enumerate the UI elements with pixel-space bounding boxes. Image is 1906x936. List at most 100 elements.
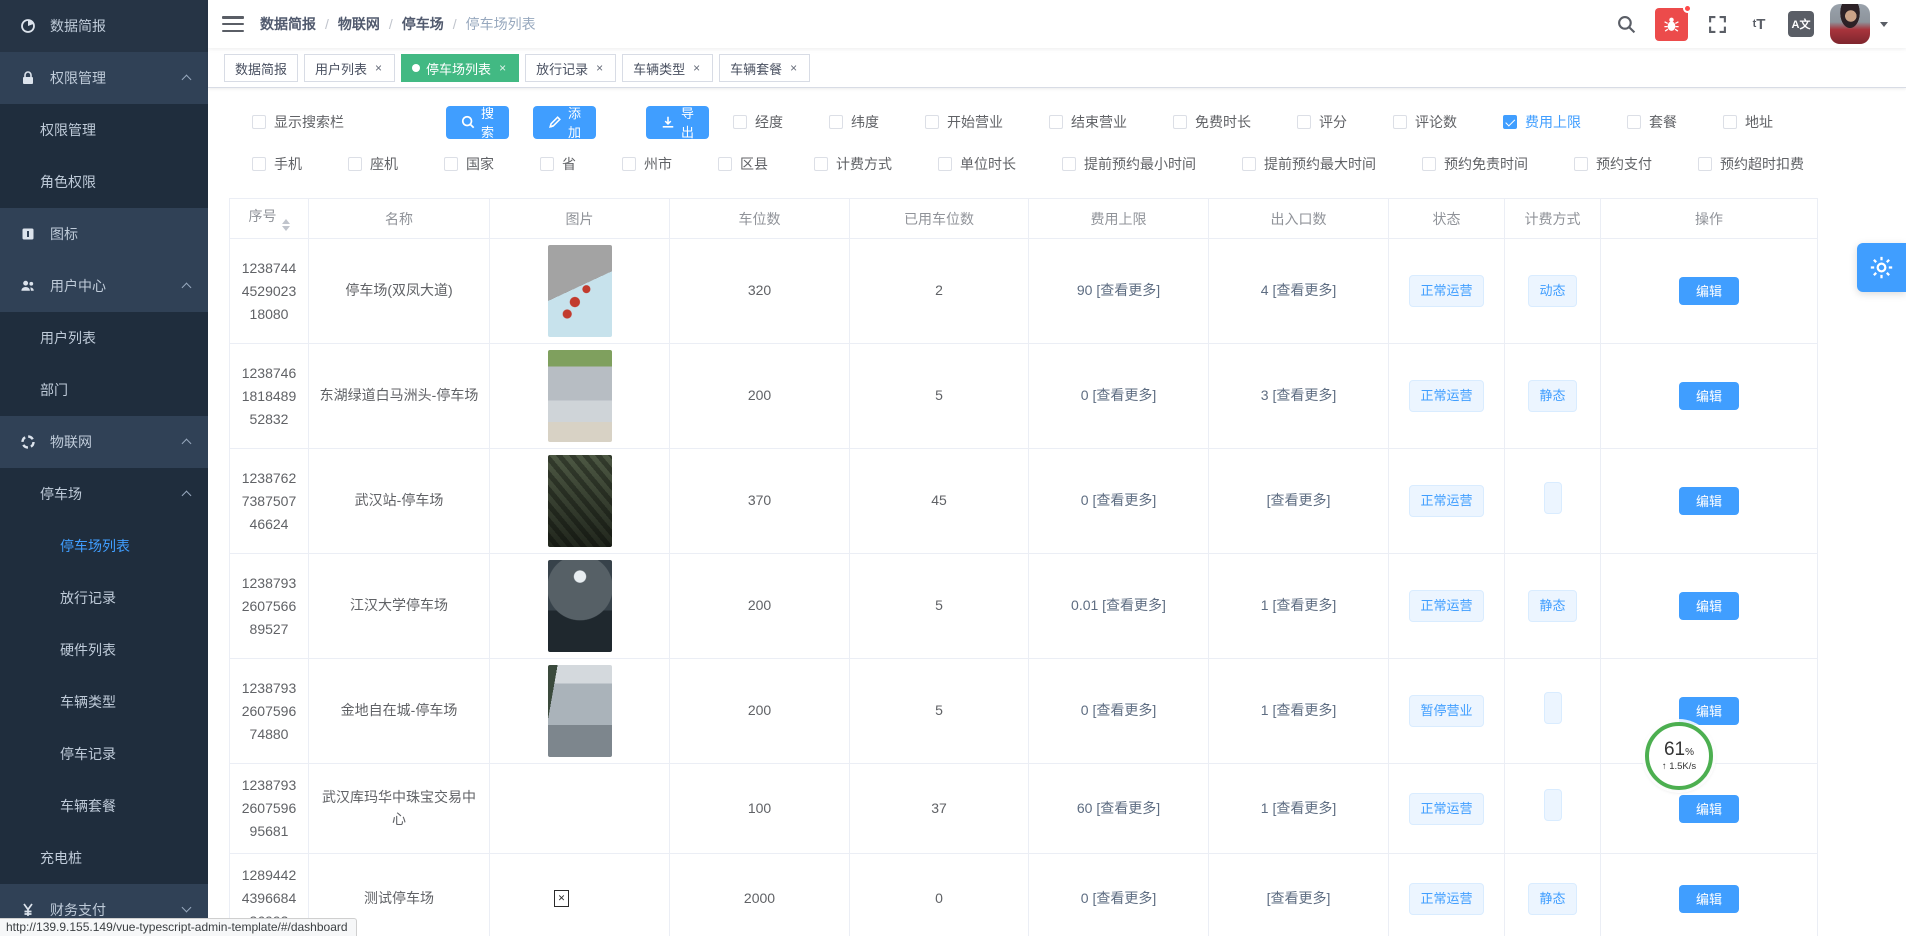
- checkbox[interactable]: [444, 157, 458, 171]
- filter-checkbox-开始营业[interactable]: 开始营业: [925, 112, 1003, 132]
- sort-icons[interactable]: [282, 219, 290, 231]
- checkbox[interactable]: [348, 157, 362, 171]
- filter-checkbox-地址[interactable]: 地址: [1723, 112, 1773, 132]
- view-more-link[interactable]: [查看更多]: [1272, 597, 1336, 613]
- view-more-link[interactable]: [查看更多]: [1092, 387, 1156, 403]
- filter-checkbox-计费方式[interactable]: 计费方式: [814, 154, 892, 174]
- checkbox[interactable]: [1393, 115, 1407, 129]
- view-more-link[interactable]: [查看更多]: [1272, 282, 1336, 298]
- sidebar-item-停车场[interactable]: 停车场: [0, 468, 208, 520]
- tab-放行记录[interactable]: 放行记录×: [525, 54, 616, 82]
- filter-checkbox-区县[interactable]: 区县: [718, 154, 768, 174]
- avatar-caret-icon[interactable]: [1880, 22, 1888, 27]
- edit-button[interactable]: 编辑: [1679, 795, 1739, 823]
- error-log-button[interactable]: [1655, 8, 1688, 41]
- sidebar-item-部门[interactable]: 部门: [0, 364, 208, 416]
- sidebar-item-充电桩[interactable]: 充电桩: [0, 832, 208, 884]
- 添加-button[interactable]: 添加: [533, 106, 596, 139]
- checkbox[interactable]: [1698, 157, 1712, 171]
- sidebar-item-用户中心[interactable]: 用户中心: [0, 260, 208, 312]
- checkbox[interactable]: [733, 115, 747, 129]
- sidebar-item-硬件列表[interactable]: 硬件列表: [0, 624, 208, 676]
- view-more-link[interactable]: [查看更多]: [1272, 702, 1336, 718]
- checkbox[interactable]: [540, 157, 554, 171]
- tab-数据简报[interactable]: 数据简报: [224, 54, 298, 82]
- checkbox[interactable]: [814, 157, 828, 171]
- sort-desc-icon[interactable]: [282, 226, 290, 231]
- tab-车辆套餐[interactable]: 车辆套餐×: [719, 54, 810, 82]
- filter-checkbox-预约支付[interactable]: 预约支付: [1574, 154, 1652, 174]
- filter-checkbox-单位时长[interactable]: 单位时长: [938, 154, 1016, 174]
- filter-checkbox-手机[interactable]: 手机: [252, 154, 302, 174]
- filter-checkbox-国家[interactable]: 国家: [444, 154, 494, 174]
- sidebar-item-放行记录[interactable]: 放行记录: [0, 572, 208, 624]
- view-more-link[interactable]: [查看更多]: [1092, 702, 1156, 718]
- tab-close-icon[interactable]: ×: [788, 61, 799, 75]
- filter-checkbox-提前预约最大时间[interactable]: 提前预约最大时间: [1242, 154, 1376, 174]
- fullscreen-icon[interactable]: [1704, 11, 1730, 37]
- checkbox[interactable]: [1723, 115, 1737, 129]
- filter-checkbox-免费时长[interactable]: 免费时长: [1173, 112, 1251, 132]
- avatar[interactable]: [1830, 4, 1870, 44]
- sidebar-item-停车记录[interactable]: 停车记录: [0, 728, 208, 780]
- settings-panel-button[interactable]: [1857, 243, 1906, 292]
- tab-close-icon[interactable]: ×: [497, 61, 508, 75]
- edit-button[interactable]: 编辑: [1679, 697, 1739, 725]
- search-icon[interactable]: [1613, 11, 1639, 37]
- filter-checkbox-经度[interactable]: 经度: [733, 112, 783, 132]
- checkbox[interactable]: [1062, 157, 1076, 171]
- filter-checkbox-费用上限[interactable]: 费用上限: [1503, 112, 1581, 132]
- checkbox[interactable]: [252, 157, 266, 171]
- filter-checkbox-省[interactable]: 省: [540, 154, 576, 174]
- view-more-link[interactable]: [查看更多]: [1272, 800, 1336, 816]
- view-more-link[interactable]: [查看更多]: [1102, 597, 1166, 613]
- tab-车辆类型[interactable]: 车辆类型×: [622, 54, 713, 82]
- tab-停车场列表[interactable]: 停车场列表×: [401, 54, 519, 82]
- filter-checkbox-结束营业[interactable]: 结束营业: [1049, 112, 1127, 132]
- edit-button[interactable]: 编辑: [1679, 592, 1739, 620]
- view-more-link[interactable]: [查看更多]: [1267, 890, 1331, 906]
- checkbox[interactable]: [718, 157, 732, 171]
- tab-close-icon[interactable]: ×: [691, 61, 702, 75]
- filter-checkbox-套餐[interactable]: 套餐: [1627, 112, 1677, 132]
- sidebar-item-车辆类型[interactable]: 车辆类型: [0, 676, 208, 728]
- checkbox[interactable]: [1242, 157, 1256, 171]
- checkbox[interactable]: [1173, 115, 1187, 129]
- checkbox[interactable]: [1574, 157, 1588, 171]
- checkbox[interactable]: [925, 115, 939, 129]
- 搜索-button[interactable]: 搜索: [446, 106, 509, 139]
- filter-checkbox-预约免责时间[interactable]: 预约免责时间: [1422, 154, 1528, 174]
- filter-checkbox-评论数[interactable]: 评论数: [1393, 112, 1457, 132]
- sidebar-item-角色权限[interactable]: 角色权限: [0, 156, 208, 208]
- sidebar-item-物联网[interactable]: 物联网: [0, 416, 208, 468]
- font-size-icon[interactable]: tT: [1746, 11, 1772, 37]
- sidebar-item-权限管理[interactable]: 权限管理: [0, 52, 208, 104]
- checkbox-checked[interactable]: [1503, 115, 1517, 129]
- filter-checkbox-座机[interactable]: 座机: [348, 154, 398, 174]
- checkbox[interactable]: [1049, 115, 1063, 129]
- edit-button[interactable]: 编辑: [1679, 885, 1739, 913]
- view-more-link[interactable]: [查看更多]: [1092, 492, 1156, 508]
- checkbox[interactable]: [252, 115, 266, 129]
- sidebar-item-停车场列表[interactable]: 停车场列表: [0, 520, 208, 572]
- view-more-link[interactable]: [查看更多]: [1092, 890, 1156, 906]
- checkbox[interactable]: [1422, 157, 1436, 171]
- checkbox[interactable]: [829, 115, 843, 129]
- checkbox[interactable]: [938, 157, 952, 171]
- sidebar-item-用户列表[interactable]: 用户列表: [0, 312, 208, 364]
- sidebar-item-权限管理[interactable]: 权限管理: [0, 104, 208, 156]
- 导出-button[interactable]: 导出: [646, 106, 709, 139]
- filter-checkbox-显示搜索栏[interactable]: 显示搜索栏: [252, 112, 344, 132]
- sidebar-item-图标[interactable]: 图标: [0, 208, 208, 260]
- tab-close-icon[interactable]: ×: [373, 61, 384, 75]
- view-more-link[interactable]: [查看更多]: [1272, 387, 1336, 403]
- sort-asc-icon[interactable]: [282, 219, 290, 224]
- checkbox[interactable]: [622, 157, 636, 171]
- hamburger-icon[interactable]: [222, 15, 244, 33]
- language-icon[interactable]: A文: [1788, 11, 1814, 37]
- filter-checkbox-州市[interactable]: 州市: [622, 154, 672, 174]
- filter-checkbox-评分[interactable]: 评分: [1297, 112, 1347, 132]
- view-more-link[interactable]: [查看更多]: [1267, 492, 1331, 508]
- tab-close-icon[interactable]: ×: [594, 61, 605, 75]
- view-more-link[interactable]: [查看更多]: [1096, 282, 1160, 298]
